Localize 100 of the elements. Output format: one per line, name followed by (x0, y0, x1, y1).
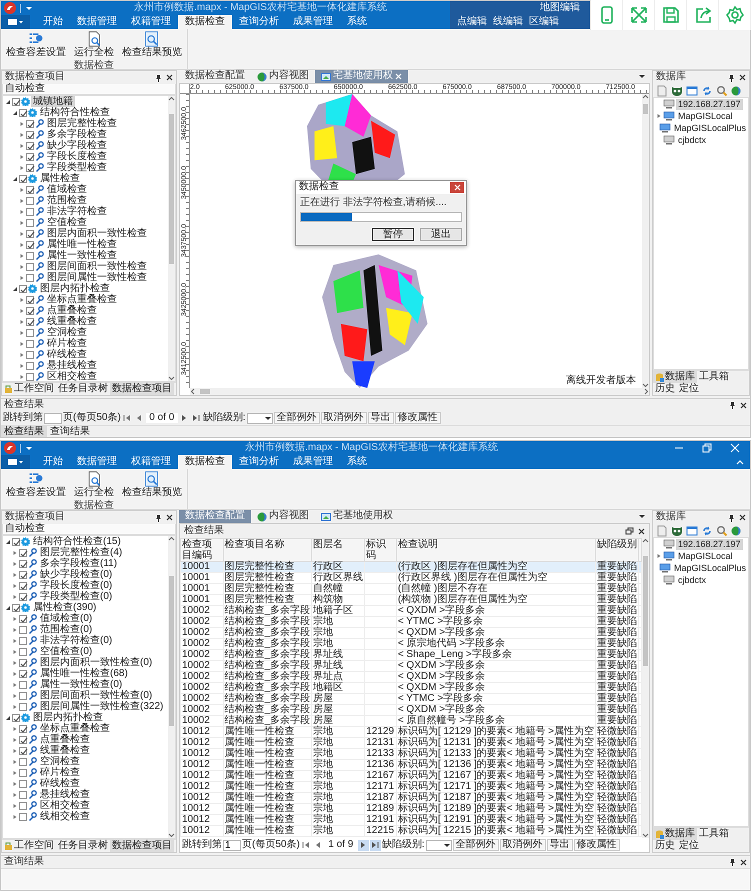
owl-icon[interactable] (671, 84, 683, 96)
checkbox[interactable] (26, 274, 34, 282)
tree-item[interactable]: 点重叠检查 (45, 305, 99, 316)
checkbox[interactable] (19, 736, 27, 744)
tree-item[interactable]: MapGISLocalPlus (672, 562, 748, 574)
ribbon-button[interactable]: 检查结果预览 (121, 31, 183, 58)
table-row[interactable]: 10002 结构检查_多余字段 房屋 < 原自然幢号 >字段多余 重要缺陷 (180, 716, 642, 726)
collapsed-arrow-icon[interactable] (19, 132, 25, 138)
expanded-arrow-icon[interactable] (5, 714, 11, 720)
checkbox[interactable] (19, 790, 27, 798)
panel-tab[interactable]: 任务目录树 (56, 383, 110, 395)
document-tab[interactable]: 内容视图 (251, 70, 315, 83)
tree-item[interactable]: 图层间属性一致性检查 (45, 272, 149, 283)
ribbon-tab[interactable]: 权籍管理 (124, 455, 178, 469)
dropdown-arrow-icon[interactable] (25, 444, 33, 452)
tree-item[interactable]: 悬挂线检查 (38, 789, 92, 800)
scroll-thumb[interactable] (200, 389, 210, 394)
tree-item[interactable]: 结构符合性检查 (38, 107, 112, 118)
panel-tab[interactable]: 检查结果 (1, 426, 47, 437)
ribbon-tab[interactable]: 权籍管理 (124, 15, 178, 29)
collapsed-arrow-icon[interactable] (12, 582, 18, 588)
table-row[interactable]: 10012 属性唯一性检查 宗地 12171 标识码为[ 12171 ]的要素< 地籍号 >属性为空 轻微缺陷 (180, 782, 642, 792)
checkbox[interactable] (19, 626, 27, 634)
scroll-left-icon[interactable] (190, 388, 196, 395)
panel-tab[interactable]: 数据库 (653, 828, 697, 840)
tree-item[interactable]: 坐标点重叠检查 (45, 294, 119, 305)
table-row[interactable]: 10012 属性唯一性检查 宗地 12167 标识码为[ 12167 ]的要素< 地籍号 >属性为空 轻微缺陷 (180, 770, 642, 782)
scrollbar[interactable] (642, 94, 649, 388)
scroll-thumb[interactable] (643, 556, 648, 666)
tree-item[interactable]: MapGISLocalPlus (672, 122, 748, 134)
context-tab[interactable]: 区编辑 (526, 15, 562, 29)
ribbon-button[interactable]: 检查容差设置 (5, 471, 67, 498)
collapsed-arrow-icon[interactable] (19, 164, 25, 170)
scroll-up-icon[interactable] (168, 96, 175, 102)
defect-level-dropdown[interactable] (426, 840, 452, 850)
ribbon-button[interactable]: 检查结果预览 (121, 471, 183, 498)
panel-tab[interactable]: 数据检查项目 (110, 383, 174, 395)
collapsed-arrow-icon[interactable] (12, 802, 18, 808)
ribbon-tab[interactable]: 开始 (36, 15, 70, 29)
scroll-up-icon[interactable] (642, 538, 649, 544)
scroll-thumb[interactable] (169, 576, 174, 726)
tree-item[interactable]: 碎线检查 (38, 778, 82, 789)
ribbon-button[interactable]: 运行全检 (73, 471, 115, 498)
close-icon[interactable] (166, 514, 173, 521)
pin-icon[interactable] (728, 74, 735, 82)
collapsed-arrow-icon[interactable] (19, 274, 25, 280)
collapsed-arrow-icon[interactable] (12, 626, 18, 632)
collapsed-arrow-icon[interactable] (19, 198, 25, 204)
tree-item[interactable]: 192.168.27.197 (676, 538, 743, 550)
checkbox[interactable] (19, 758, 27, 766)
tree-item[interactable]: 坐标点重叠检查 (38, 723, 112, 734)
checkbox[interactable] (26, 296, 34, 304)
tree-item[interactable]: 图层间面积一致性检查(0) (38, 690, 154, 701)
close-icon[interactable] (740, 858, 747, 866)
checkbox[interactable] (19, 560, 27, 568)
context-tab[interactable]: 线编辑 (490, 15, 526, 29)
tree-item[interactable]: 空洞检查 (45, 327, 89, 338)
panel-tab[interactable]: 任务目录树 (56, 840, 110, 852)
tree-item[interactable]: 属性唯一性检查(68) (38, 668, 130, 679)
tree-item[interactable]: 属性一致性检查(0) (38, 679, 124, 690)
panel-tab[interactable]: 工作空间 (2, 840, 56, 852)
tree-item[interactable]: 属性唯一性检查 (45, 239, 119, 250)
tree-item[interactable]: 城镇地籍 (31, 96, 75, 107)
tree-item[interactable]: 图层内面积一致性检查 (45, 228, 149, 239)
tree-item[interactable]: 缺少字段检查 (45, 140, 109, 151)
collapsed-arrow-icon[interactable] (12, 770, 18, 776)
table-row[interactable]: 10012 属性唯一性检查 宗地 12191 标识码为[ 12191 ]的要素< 地籍号 >属性为空 轻微缺陷 (180, 814, 642, 826)
collapsed-arrow-icon[interactable] (12, 736, 18, 742)
scroll-up-icon[interactable] (642, 94, 649, 100)
tree-item[interactable]: 非法字符检查 (45, 206, 109, 217)
ribbon-tab[interactable]: 数据管理 (70, 15, 124, 29)
checkbox[interactable] (19, 648, 27, 656)
scrollbar[interactable] (642, 538, 649, 838)
panel-tab[interactable]: 数据库 (653, 371, 697, 383)
tree-item[interactable]: 属性检查(390) (31, 602, 98, 613)
tree-item[interactable]: 字段长度检查(0) (38, 580, 114, 591)
tree-item[interactable]: 192.168.27.197 (676, 98, 743, 110)
collapsed-arrow-icon[interactable] (12, 814, 18, 820)
collapsed-arrow-icon[interactable] (12, 670, 18, 676)
collapse-icon[interactable] (736, 458, 744, 466)
table-row[interactable]: 10002 结构检查_多余字段 界址点 < QXDM >字段多余 重要缺陷 (180, 672, 642, 682)
expanded-arrow-icon[interactable] (12, 176, 18, 182)
checkbox[interactable] (26, 318, 34, 326)
page-input[interactable]: 1 (223, 840, 241, 850)
panel-tab[interactable]: 工作空间 (2, 383, 56, 395)
checkbox[interactable] (26, 350, 34, 358)
document-tab[interactable]: 宅基地使用权 (315, 510, 399, 523)
tree-item[interactable]: MapGISLocal (676, 550, 735, 562)
expanded-arrow-icon[interactable] (5, 98, 11, 104)
tree-item[interactable]: 范围检查 (45, 195, 89, 206)
tree-item[interactable]: 碎片检查 (45, 338, 89, 349)
close-button[interactable] (728, 443, 742, 453)
tree-item[interactable]: 多余字段检查(11) (38, 558, 120, 569)
collapsed-arrow-icon[interactable] (19, 374, 25, 380)
refresh-icon[interactable] (701, 84, 713, 96)
panel-tab[interactable]: 数据检查项目 (110, 840, 174, 852)
collapsed-arrow-icon[interactable] (19, 120, 25, 126)
scrollbar[interactable] (168, 96, 175, 381)
tree-item[interactable]: 图层完整性检查 (45, 118, 119, 129)
globe-icon[interactable] (731, 526, 741, 536)
